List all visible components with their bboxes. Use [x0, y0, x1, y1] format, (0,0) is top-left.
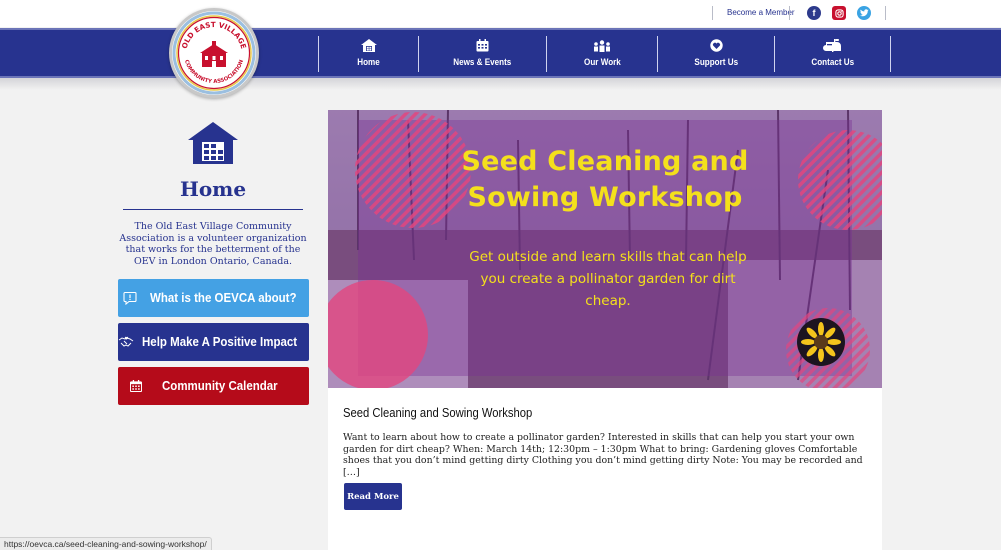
nav-label: Our Work [583, 56, 621, 67]
people-icon [594, 39, 610, 52]
facebook-icon[interactable]: f [807, 6, 821, 20]
banner-title-line2: Sowing Workshop [467, 182, 743, 213]
home-description: The Old East Village Community Associati… [119, 221, 307, 267]
help-make-impact-button[interactable]: Help Make A Positive Impact [118, 323, 309, 361]
utility-bar: Become a Member f [0, 0, 1001, 27]
nav-label: Contact Us [811, 57, 854, 67]
community-calendar-button[interactable]: Community Calendar [118, 367, 309, 405]
home-large-icon [188, 122, 238, 168]
nav-item-support-us[interactable]: Support Us [658, 30, 774, 76]
nav-shadow [0, 78, 1001, 90]
divider [885, 6, 886, 20]
nav-divider [890, 36, 891, 72]
twitter-icon[interactable] [857, 6, 871, 20]
mailbox-icon [823, 39, 841, 52]
site-logo[interactable]: OLD EAST VILLAGE COMMUNITY ASSOCIATION [169, 8, 259, 98]
main-nav: Home News & Events Our Work Support Us C… [0, 28, 1001, 78]
nav-label: Home [357, 57, 380, 67]
divider [789, 6, 790, 20]
pollinator-badge [797, 318, 845, 366]
post-title-link[interactable]: Seed Cleaning and Sowing Workshop [343, 406, 532, 420]
banner-subtitle: Get outside and learn skills that can he… [469, 249, 747, 309]
button-label: What is the OEVCA about? [149, 291, 297, 305]
instagram-icon[interactable] [832, 6, 846, 20]
chat-bubble-icon [118, 291, 142, 305]
handshake-icon [118, 336, 134, 348]
title-divider [123, 209, 303, 210]
nav-item-news-events[interactable]: News & Events [419, 30, 546, 76]
button-label: Community Calendar [162, 379, 278, 393]
browser-status-bar: https://oevca.ca/seed-cleaning-and-sowin… [0, 537, 212, 550]
post-card: Seed Cleaning and Sowing Workshop Get ou… [328, 110, 882, 550]
nav-item-our-work[interactable]: Our Work [547, 30, 657, 76]
calendar-icon [476, 39, 489, 52]
button-label: Help Make A Positive Impact [142, 335, 298, 349]
post-banner-image[interactable]: Seed Cleaning and Sowing Workshop Get ou… [328, 110, 882, 388]
nav-item-home[interactable]: Home [319, 30, 418, 76]
become-member-link[interactable]: Become a Member [727, 8, 795, 17]
calendar-icon [118, 380, 154, 392]
page-title: Home [179, 177, 247, 201]
what-is-oevca-button[interactable]: What is the OEVCA about? [118, 279, 309, 317]
post-excerpt: Want to learn about how to create a poll… [343, 432, 863, 478]
nav-item-contact-us[interactable]: Contact Us [775, 30, 890, 76]
home-icon [360, 39, 377, 52]
nav-label: Support Us [694, 57, 738, 67]
nav-label: News & Events [453, 57, 512, 67]
read-more-button[interactable]: Read More [344, 483, 402, 510]
heart-icon [709, 39, 723, 52]
divider [712, 6, 713, 20]
banner-title-line1: Seed Cleaning and [461, 146, 749, 177]
